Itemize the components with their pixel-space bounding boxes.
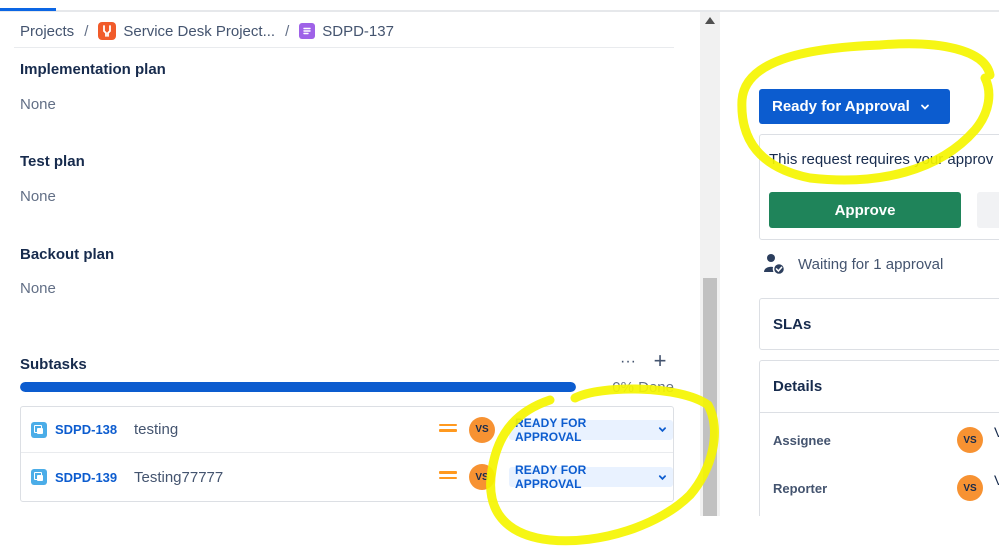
chevron-down-icon xyxy=(658,474,667,480)
subtask-summary[interactable]: testing xyxy=(134,421,178,438)
approve-button[interactable]: Approve xyxy=(769,192,961,228)
details-title[interactable]: Details xyxy=(773,378,822,395)
status-transition-button[interactable]: Ready for Approval xyxy=(759,89,950,124)
jira-issue-view: Projects / Service Desk Project... / SDP… xyxy=(0,0,999,550)
subtasks-progress-bar xyxy=(20,382,576,392)
active-tab-indicator xyxy=(0,8,56,11)
field-value-implementation-plan[interactable]: None xyxy=(20,96,56,113)
reporter-name[interactable]: V S xyxy=(994,473,999,488)
approver-icon xyxy=(764,254,786,276)
issue-main-pane: Projects / Service Desk Project... / SDP… xyxy=(0,12,700,516)
project-icon xyxy=(98,22,117,40)
assignee-label: Assignee xyxy=(773,433,831,448)
breadcrumb-separator: / xyxy=(84,22,89,40)
progress-fill xyxy=(20,382,576,392)
subtask-icon xyxy=(31,421,47,438)
chevron-down-icon xyxy=(658,427,667,433)
field-value-backout-plan[interactable]: None xyxy=(20,280,56,297)
assignee-avatar[interactable]: VS xyxy=(469,416,495,443)
breadcrumb: Projects / Service Desk Project... / SDP… xyxy=(20,20,394,42)
subtask-row[interactable]: SDPD-138 testing VS READY FOR APPROVAL xyxy=(21,407,673,453)
decline-button[interactable] xyxy=(977,192,999,228)
field-label-implementation-plan: Implementation plan xyxy=(20,61,166,78)
approval-status: Waiting for 1 approval xyxy=(762,252,943,276)
more-icon[interactable]: ··· xyxy=(616,353,640,375)
priority-medium-icon xyxy=(439,423,457,436)
status-dropdown[interactable]: READY FOR APPROVAL xyxy=(509,463,673,491)
scroll-thumb[interactable] xyxy=(703,278,717,516)
breadcrumb-divider xyxy=(14,47,674,48)
top-nav-strip xyxy=(0,0,999,12)
approval-message: This request requires your approv xyxy=(769,151,994,168)
subtasks-heading: Subtasks xyxy=(20,356,87,373)
subtask-list: SDPD-138 testing VS READY FOR APPROVAL S… xyxy=(20,406,674,502)
reporter-label: Reporter xyxy=(773,481,828,496)
issue-type-icon xyxy=(299,23,316,39)
status-dropdown[interactable]: READY FOR APPROVAL xyxy=(509,416,673,444)
breadcrumb-issue[interactable]: SDPD-137 xyxy=(299,23,394,40)
field-value-test-plan[interactable]: None xyxy=(20,188,56,205)
progress-label: 0% Done xyxy=(612,379,674,396)
waiting-text: Waiting for 1 approval xyxy=(798,255,944,273)
details-panel: Details Assignee VS V S Reporter VS V S xyxy=(759,360,999,516)
assignee-avatar[interactable]: VS xyxy=(469,464,495,490)
assignee-name[interactable]: V S xyxy=(994,425,999,440)
slas-panel[interactable]: SLAs xyxy=(759,298,999,350)
subtask-icon xyxy=(31,469,47,485)
reporter-avatar[interactable]: VS xyxy=(957,475,983,501)
issue-sidebar: Ready for Approval This request requires… xyxy=(720,12,999,516)
subtask-row[interactable]: SDPD-139 Testing77777 VS READY FOR APPRO… xyxy=(21,454,673,500)
main-scrollbar[interactable] xyxy=(700,12,720,516)
subtask-summary[interactable]: Testing77777 xyxy=(134,469,223,486)
scroll-up-icon[interactable] xyxy=(705,17,715,24)
breadcrumb-separator: / xyxy=(285,22,290,40)
subtask-key[interactable]: SDPD-139 xyxy=(55,470,117,485)
assignee-avatar[interactable]: VS xyxy=(957,427,983,453)
add-icon[interactable]: + xyxy=(648,350,672,374)
status-label: READY FOR APPROVAL xyxy=(515,463,587,491)
field-label-test-plan: Test plan xyxy=(20,153,85,170)
breadcrumb-projects[interactable]: Projects xyxy=(20,23,74,40)
priority-medium-icon xyxy=(439,471,457,483)
chevron-down-icon xyxy=(920,104,929,110)
approval-card: This request requires your approv Approv… xyxy=(759,134,999,240)
slas-title: SLAs xyxy=(773,316,812,333)
breadcrumb-project[interactable]: Service Desk Project... xyxy=(98,22,275,40)
status-label: READY FOR APPROVAL xyxy=(515,415,587,444)
field-label-backout-plan: Backout plan xyxy=(20,246,115,263)
subtask-key[interactable]: SDPD-138 xyxy=(55,422,117,437)
details-divider xyxy=(760,412,999,413)
